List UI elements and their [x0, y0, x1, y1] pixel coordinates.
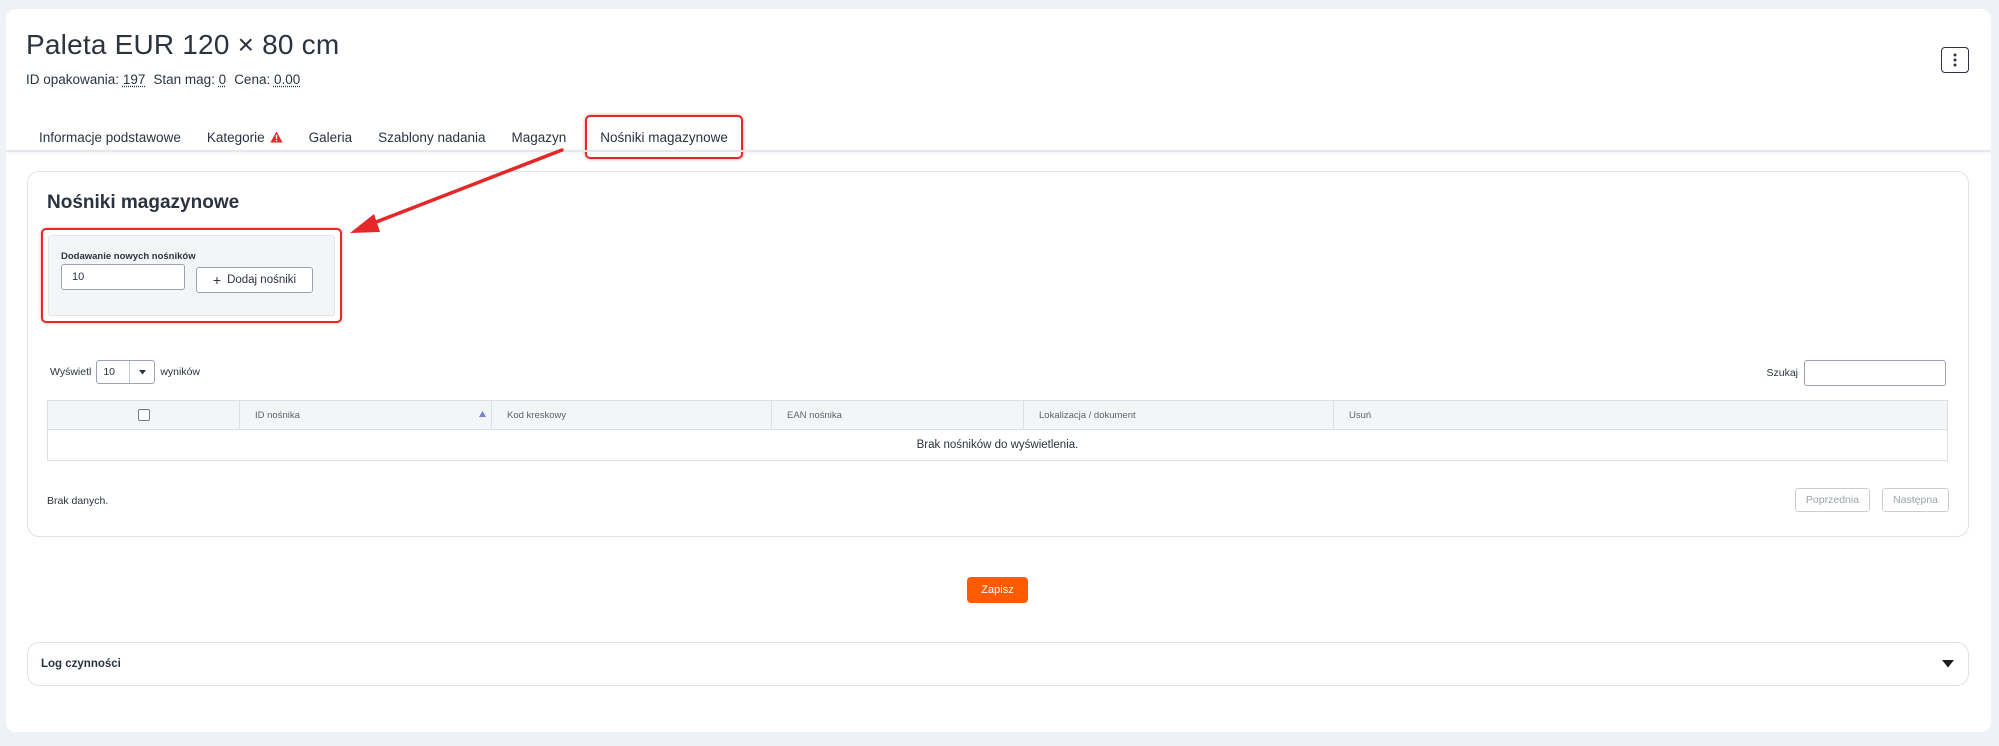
tab-informacje-podstawowe[interactable]: Informacje podstawowe — [26, 115, 194, 159]
column-usun[interactable]: Usuń — [1334, 401, 1947, 429]
table-empty-row: Brak nośników do wyświetlenia. — [916, 439, 1079, 451]
carriers-count-input[interactable] — [61, 264, 185, 290]
tab-bar: Informacje podstawowe Kategorie Galeria … — [26, 115, 743, 159]
activity-log-accordion[interactable]: Log czynności — [27, 642, 1969, 686]
tab-kategorie[interactable]: Kategorie — [194, 115, 296, 159]
meta-id: ID opakowania: 197 — [26, 72, 146, 87]
tab-galeria[interactable]: Galeria — [296, 115, 366, 159]
page-length-control: Wyświetl 10 wyników — [50, 360, 200, 384]
search-control: Szukaj — [1766, 360, 1946, 386]
section-title: Nośniki magazynowe — [47, 192, 240, 213]
previous-page-button[interactable]: Poprzednia — [1794, 488, 1871, 512]
column-select-all — [48, 401, 240, 429]
table-header: ID nośnika Kod kreskowy EAN nośnika Loka… — [48, 401, 1947, 430]
meta-stock: Stan mag: 0 — [153, 72, 227, 87]
page-title: Paleta EUR 120 × 80 cm — [26, 29, 340, 60]
activity-log-title: Log czynności — [41, 658, 121, 670]
plus-icon: + — [212, 272, 222, 288]
warning-icon — [270, 131, 283, 143]
add-carriers-highlight: Dodawanie nowych nośników + Dodaj nośnik… — [41, 228, 342, 323]
kebab-menu-icon — [1953, 53, 1957, 67]
pagination: Poprzednia Następna — [1794, 488, 1949, 512]
column-ean-nosnika[interactable]: EAN nośnika — [772, 401, 1024, 429]
select-all-checkbox[interactable] — [137, 409, 150, 421]
column-kod-kreskowy[interactable]: Kod kreskowy — [492, 401, 772, 429]
table-info: Brak danych. — [47, 495, 109, 507]
add-carriers-panel: Dodawanie nowych nośników + Dodaj nośnik… — [48, 235, 335, 316]
add-carriers-button[interactable]: + Dodaj nośniki — [196, 267, 313, 293]
product-meta: ID opakowania: 197 Stan mag: 0 Cena: 0.0… — [26, 72, 300, 87]
caret-down-icon — [138, 369, 146, 374]
kebab-menu-button[interactable] — [1941, 47, 1969, 73]
carriers-table: ID nośnika Kod kreskowy EAN nośnika Loka… — [47, 400, 1948, 461]
tab-magazyn[interactable]: Magazyn — [499, 115, 580, 159]
sort-ascending-icon — [479, 411, 486, 417]
add-carriers-label: Dodawanie nowych nośników — [61, 251, 196, 262]
tab-divider — [6, 150, 1991, 152]
page-length-select[interactable]: 10 — [96, 360, 156, 384]
column-id-nosnika[interactable]: ID nośnika — [240, 401, 492, 429]
tab-szablony-nadania[interactable]: Szablony nadania — [365, 115, 498, 159]
meta-price: Cena: 0.00 — [234, 72, 301, 87]
carriers-section: Nośniki magazynowe Dodawanie nowych nośn… — [27, 171, 1969, 537]
tab-nosniki-magazynowe[interactable]: Nośniki magazynowe — [585, 115, 743, 159]
search-input[interactable] — [1804, 360, 1946, 386]
next-page-button[interactable]: Następna — [1882, 488, 1949, 512]
save-button[interactable]: Zapisz — [967, 577, 1028, 603]
caret-down-icon — [1942, 660, 1954, 668]
column-lokalizacja[interactable]: Lokalizacja / dokument — [1024, 401, 1334, 429]
